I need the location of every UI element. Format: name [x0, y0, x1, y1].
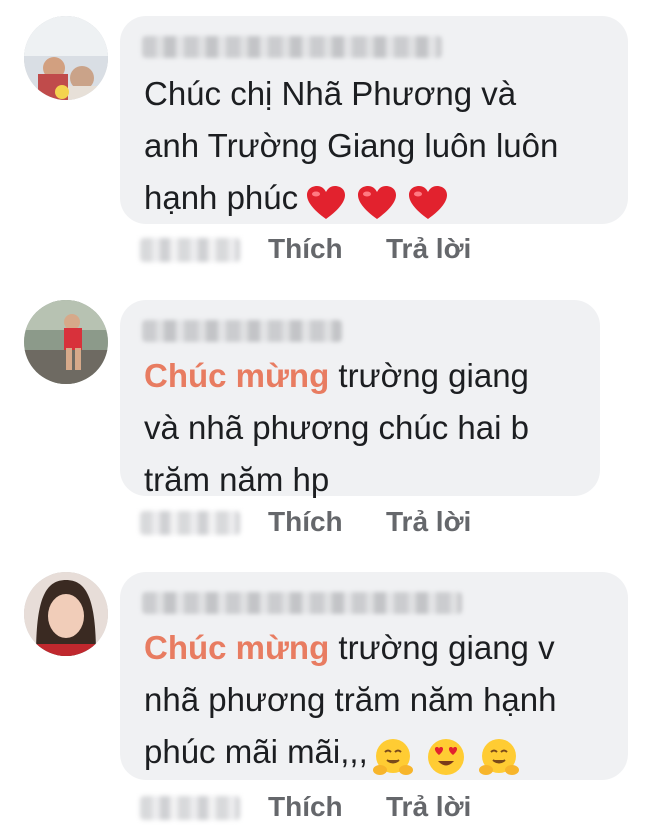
hugging-face-icon	[372, 738, 413, 775]
comment-text: Chúc mừng trường giang v nhã phương trăm…	[144, 622, 556, 780]
comment-line: anh Trường Giang luôn luôn	[144, 127, 559, 164]
author-name-blurred[interactable]	[142, 36, 442, 58]
hugging-face-icon	[479, 738, 520, 775]
hearts-emoji-group	[304, 174, 448, 226]
like-button[interactable]: Thích	[268, 790, 343, 824]
red-heart-icon	[307, 185, 346, 219]
author-name-blurred[interactable]	[142, 320, 342, 342]
comment-line: trăm năm hp	[144, 461, 330, 498]
comment-line: và nhã phương chúc hai b	[144, 409, 529, 446]
comment-line: Chúc mừng trường giang v	[144, 629, 555, 666]
highlighted-text[interactable]: Chúc mừng	[144, 629, 329, 666]
like-button[interactable]: Thích	[268, 232, 343, 266]
emoji-group	[372, 728, 522, 780]
comment-line: phúc mãi mãi,,,	[144, 726, 556, 780]
comment-text: Chúc mừng trường giang và nhã phương chú…	[144, 350, 529, 506]
comment-line: hạnh phúc	[144, 172, 558, 226]
comment-bubble: Chúc mừng trường giang và nhã phương chú…	[120, 300, 600, 498]
highlighted-text[interactable]: Chúc mừng	[144, 357, 329, 394]
reply-button[interactable]: Trả lời	[386, 232, 471, 266]
avatar[interactable]	[24, 16, 108, 100]
timestamp-blurred[interactable]	[140, 238, 240, 262]
heart-eyes-face-icon	[427, 738, 464, 775]
avatar[interactable]	[24, 300, 108, 384]
red-heart-icon	[358, 185, 397, 219]
comment-line: Chúc mừng trường giang	[144, 357, 529, 394]
comment-line: nhã phương trăm năm hạnh	[144, 681, 557, 718]
avatar[interactable]	[24, 572, 108, 656]
timestamp-blurred[interactable]	[140, 796, 240, 820]
reply-button[interactable]: Trả lời	[386, 790, 471, 824]
comment-bubble: Chúc mừng trường giang v nhã phương trăm…	[120, 572, 628, 780]
author-name-blurred[interactable]	[142, 592, 462, 614]
timestamp-blurred[interactable]	[140, 511, 240, 535]
reply-button[interactable]: Trả lời	[386, 505, 471, 539]
comment-text: Chúc chị Nhã Phương và anh Trường Giang …	[144, 68, 558, 226]
red-heart-icon	[409, 185, 448, 219]
comment-bubble: Chúc chị Nhã Phương và anh Trường Giang …	[120, 16, 628, 224]
comment-line: Chúc chị Nhã Phương và	[144, 75, 517, 112]
like-button[interactable]: Thích	[268, 505, 343, 539]
